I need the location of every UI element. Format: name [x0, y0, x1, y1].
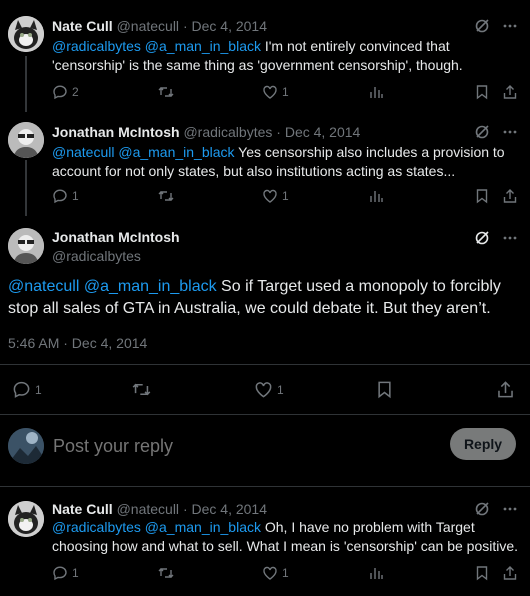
mentions[interactable]: @natecull @a_man_in_black	[52, 144, 235, 160]
avatar[interactable]	[8, 16, 44, 52]
retweet-button[interactable]	[132, 380, 151, 399]
tweet-header: Nate Cull @natecull · Dec 4, 2014	[52, 500, 520, 518]
tweet-text: @radicalbytes @a_man_in_black Oh, I have…	[52, 518, 520, 556]
tweet-2[interactable]: Jonathan McIntosh @radicalbytes · Dec 4,…	[0, 112, 530, 212]
like-count: 1	[282, 189, 289, 203]
grok-icon[interactable]	[474, 124, 490, 140]
author-handle[interactable]: @radicalbytes	[183, 124, 272, 140]
tweet-actions: 1 1	[0, 380, 530, 402]
share-button[interactable]	[502, 565, 518, 581]
like-count: 1	[282, 85, 289, 99]
bookmark-button[interactable]	[474, 188, 490, 204]
share-button[interactable]	[502, 188, 518, 204]
author-name[interactable]: Nate Cull	[52, 18, 113, 34]
header-icons	[474, 230, 518, 246]
views-button[interactable]	[368, 84, 384, 100]
separator-dot: ·	[182, 501, 188, 517]
grok-icon[interactable]	[474, 230, 490, 246]
divider	[0, 364, 530, 365]
reply-button[interactable]: 1	[52, 188, 79, 204]
tweet-date[interactable]: Dec 4, 2014	[192, 18, 268, 34]
reply-button[interactable]: 1	[12, 380, 42, 399]
retweet-button[interactable]	[158, 84, 174, 100]
like-count: 1	[282, 566, 289, 580]
separator-dot: ·	[182, 18, 188, 34]
bookmark-button[interactable]	[375, 380, 394, 399]
reply-count: 2	[72, 85, 79, 99]
author-handle[interactable]: @radicalbytes	[52, 248, 141, 264]
reply-button[interactable]: 1	[52, 565, 79, 581]
more-icon[interactable]	[502, 230, 518, 246]
grok-icon[interactable]	[474, 18, 490, 34]
reply-button[interactable]: 2	[52, 84, 79, 100]
author-handle[interactable]: @natecull	[117, 501, 179, 517]
retweet-button[interactable]	[158, 188, 174, 204]
tweet-text: @natecull @a_man_in_black So if Target u…	[8, 276, 522, 320]
avatar[interactable]	[8, 122, 44, 158]
share-button[interactable]	[496, 380, 515, 399]
views-button[interactable]	[368, 565, 384, 581]
like-count: 1	[277, 382, 284, 397]
share-button[interactable]	[502, 84, 518, 100]
divider	[0, 414, 530, 415]
author-handle[interactable]: @natecull	[117, 18, 179, 34]
author-name[interactable]: Nate Cull	[52, 501, 113, 517]
like-button[interactable]: 1	[262, 188, 289, 204]
thread-line	[25, 160, 27, 216]
like-button[interactable]: 1	[262, 84, 289, 100]
tweet-text: @natecull @a_man_in_black Yes censorship…	[52, 143, 520, 181]
user-avatar[interactable]	[8, 428, 44, 464]
tweet-actions: 1 1	[52, 565, 520, 585]
tweet-actions: 2 1	[52, 84, 520, 104]
mentions[interactable]: @natecull @a_man_in_black	[8, 278, 217, 295]
mentions[interactable]: @radicalbytes @a_man_in_black	[52, 519, 261, 535]
tweet-date[interactable]: Dec 4, 2014	[285, 124, 361, 140]
like-button[interactable]: 1	[254, 380, 284, 399]
separator-dot: ·	[276, 124, 281, 140]
author-name[interactable]: Jonathan McIntosh	[52, 124, 180, 140]
avatar[interactable]	[8, 228, 44, 264]
tweet-text: @radicalbytes @a_man_in_black I'm not en…	[52, 37, 520, 75]
tweet-timestamp[interactable]: 5:46 AM · Dec 4, 2014	[8, 335, 147, 351]
reply-count: 1	[72, 189, 79, 203]
avatar[interactable]	[8, 501, 44, 537]
reply-input[interactable]	[53, 433, 413, 459]
tweet-header: Jonathan McIntosh @radicalbytes · Dec 4,…	[52, 123, 520, 141]
reply-composer: Reply	[0, 418, 530, 476]
retweet-button[interactable]	[158, 565, 174, 581]
more-icon[interactable]	[502, 124, 518, 140]
reply-submit-button[interactable]: Reply	[450, 428, 516, 460]
grok-icon[interactable]	[474, 501, 490, 517]
more-icon[interactable]	[502, 18, 518, 34]
header-icons	[474, 18, 518, 34]
tweet-header: Nate Cull @natecull · Dec 4, 2014	[52, 17, 520, 35]
views-button[interactable]	[368, 188, 384, 204]
like-button[interactable]: 1	[262, 565, 289, 581]
bookmark-button[interactable]	[474, 84, 490, 100]
header-icons	[474, 501, 518, 517]
header-icons	[474, 124, 518, 140]
reply-count: 1	[35, 382, 42, 397]
tweet-actions: 1 1	[52, 188, 520, 208]
more-icon[interactable]	[502, 501, 518, 517]
bookmark-button[interactable]	[474, 565, 490, 581]
thread-line	[25, 56, 27, 112]
author-name[interactable]: Jonathan McIntosh	[52, 229, 180, 245]
tweet-1[interactable]: Nate Cull @natecull · Dec 4, 2014 @radic…	[0, 0, 530, 112]
tweet-3[interactable]: Nate Cull @natecull · Dec 4, 2014 @radic…	[0, 487, 530, 596]
tweet-date[interactable]: Dec 4, 2014	[192, 501, 268, 517]
mentions[interactable]: @radicalbytes @a_man_in_black	[52, 38, 261, 54]
reply-count: 1	[72, 566, 79, 580]
